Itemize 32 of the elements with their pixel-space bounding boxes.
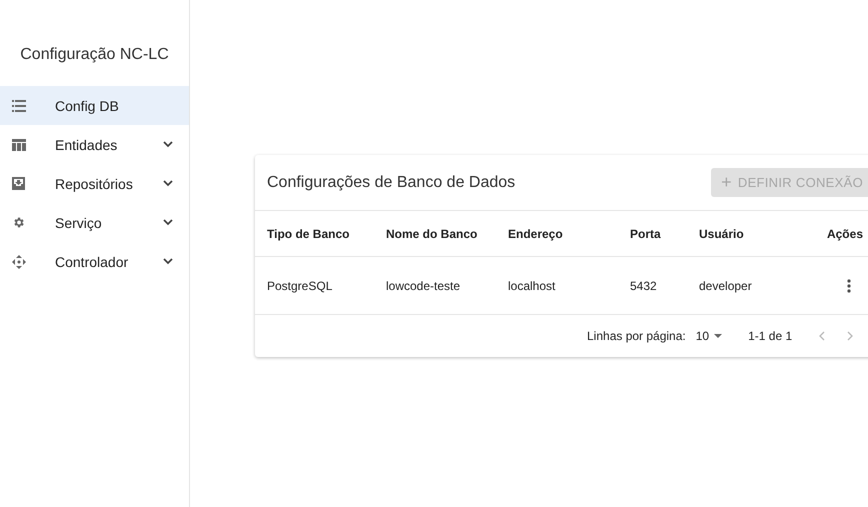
chevron-down-icon bbox=[163, 141, 173, 148]
column-header: Endereço bbox=[508, 226, 564, 240]
table-cell-text: localhost bbox=[508, 278, 556, 292]
rows-per-page-select[interactable]: 10 bbox=[696, 329, 722, 343]
app-title: Configuração NC-LC bbox=[19, 45, 170, 65]
chevron-down-icon bbox=[163, 258, 173, 265]
column-header: Nome do Banco bbox=[386, 226, 478, 240]
column-header: Ações bbox=[826, 226, 864, 240]
page-range: 1-1 de 1 bbox=[748, 329, 792, 343]
column-header: Porta bbox=[630, 226, 662, 240]
rows-per-page-label: Linhas por página: bbox=[587, 329, 686, 343]
list-icon bbox=[12, 100, 26, 112]
sidebar-item[interactable]: Controlador bbox=[0, 242, 189, 281]
move-arrows-icon bbox=[12, 254, 26, 268]
sidebar-item[interactable]: Repositórios bbox=[0, 164, 189, 203]
table-icon bbox=[12, 138, 26, 150]
more-options-icon[interactable] bbox=[847, 278, 851, 292]
card-title: Configurações de Banco de Dados bbox=[267, 174, 516, 192]
column-header: Tipo de Banco bbox=[267, 226, 350, 240]
table-cell-text: 5432 bbox=[630, 278, 658, 292]
column-header: Usuário bbox=[699, 226, 745, 240]
chevron-down-icon bbox=[163, 219, 173, 226]
chevron-down-icon bbox=[163, 180, 173, 187]
table-cell-text: lowcode-teste bbox=[386, 278, 462, 292]
dropdown-arrow-icon bbox=[714, 334, 722, 338]
inbox-download-icon bbox=[12, 177, 25, 190]
table-cell-text: PostgreSQL bbox=[267, 278, 334, 292]
gear-icon bbox=[12, 216, 25, 229]
sidebar-item[interactable]: Config DB bbox=[0, 86, 189, 125]
sidebar-item[interactable]: Entidades bbox=[0, 125, 189, 164]
table-cell-text: developer bbox=[699, 278, 753, 292]
sidebar-item[interactable]: Serviço bbox=[0, 203, 189, 242]
